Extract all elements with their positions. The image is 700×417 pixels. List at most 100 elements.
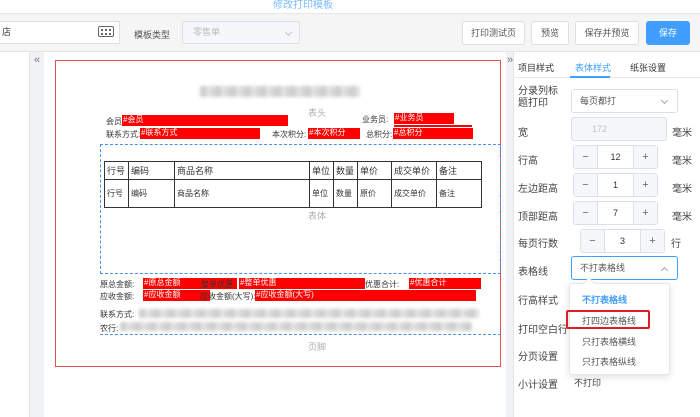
table-cell: 商品名称 bbox=[174, 179, 310, 208]
chevron-up-icon bbox=[660, 266, 669, 275]
rows-per-page-label: 每页行数 bbox=[518, 239, 558, 250]
table-cell: 单位 bbox=[309, 179, 334, 208]
table-cell: 行号 bbox=[104, 179, 129, 208]
keyboard-icon[interactable] bbox=[98, 26, 114, 37]
salesman-field[interactable]: #业务员 bbox=[394, 113, 454, 124]
toolbar: 店 模板类型 零售单 打印测试页 预览 保存并预览 保存 bbox=[0, 14, 700, 52]
plus-icon[interactable]: + bbox=[633, 174, 657, 196]
dialog-title: 修改打印模板 bbox=[273, 0, 333, 11]
table-header-cell: 单价 bbox=[357, 161, 392, 180]
template-type-value: 零售单 bbox=[193, 27, 221, 37]
preview-button[interactable]: 预览 bbox=[531, 21, 569, 45]
plus-icon[interactable]: + bbox=[633, 202, 657, 224]
tab-item-style[interactable]: 项目样式 bbox=[518, 61, 554, 74]
table-header-cell: 商品名称 bbox=[174, 161, 310, 180]
subtotal-value[interactable]: 不打印 bbox=[574, 376, 601, 389]
left-margin-label: 左边距高 bbox=[518, 184, 558, 195]
save-and-preview-button[interactable]: 保存并预览 bbox=[575, 21, 639, 45]
table-header-row: 行号 编码 商品名称 单位 数量 单价 成交单价 备注 bbox=[104, 161, 482, 180]
body-left-dashed-line bbox=[100, 144, 101, 274]
left-margin-value[interactable]: 1 bbox=[598, 174, 633, 196]
left-margin-unit: 毫米 bbox=[672, 184, 692, 195]
chevron-down-icon bbox=[284, 28, 293, 37]
chevron-down-icon bbox=[660, 96, 669, 105]
salesman-field-extension bbox=[394, 125, 472, 127]
contact-label: 联系方式: bbox=[106, 130, 141, 139]
body-bottom-dashed-line bbox=[100, 273, 501, 274]
gridline-value: 不打表格线 bbox=[580, 263, 626, 273]
minus-icon[interactable]: − bbox=[574, 174, 598, 196]
tab-body-style[interactable]: 表体样式 bbox=[575, 61, 611, 74]
footer-section-label: 页脚 bbox=[308, 342, 327, 352]
promo-total-label: 优惠合计: bbox=[365, 280, 400, 289]
tab-paper-settings[interactable]: 纸张设置 bbox=[630, 61, 666, 74]
save-button[interactable]: 保存 bbox=[646, 21, 690, 45]
receivable-upper-label: 应收金额(大写): bbox=[200, 292, 256, 301]
width-label: 宽 bbox=[518, 128, 528, 139]
member-field[interactable]: #会员 bbox=[122, 115, 288, 126]
table-cell: 编码 bbox=[128, 179, 175, 208]
top-margin-unit: 毫米 bbox=[672, 212, 692, 223]
print-area-frame bbox=[55, 60, 501, 367]
row-height-stepper[interactable]: − 12 + bbox=[573, 145, 658, 169]
table-cell: 原价 bbox=[357, 179, 392, 208]
contact-field[interactable]: #联系方式 bbox=[140, 128, 260, 139]
table-cell: 备注 bbox=[436, 179, 482, 208]
promo-total-field[interactable]: #优惠合计 bbox=[409, 278, 481, 289]
body-top-dashed-line bbox=[100, 144, 501, 145]
gridline-option-none[interactable]: 不打表格线 bbox=[570, 290, 669, 310]
top-margin-value[interactable]: 7 bbox=[598, 202, 633, 224]
table-header-cell: 备注 bbox=[436, 161, 482, 180]
bank-label: 农行: bbox=[100, 324, 119, 333]
title-print-value: 每页都打 bbox=[580, 96, 617, 106]
discount-field[interactable]: #整单优惠 bbox=[239, 278, 365, 289]
rows-per-page-value[interactable]: 3 bbox=[605, 230, 640, 252]
row-height-value[interactable]: 12 bbox=[598, 146, 633, 168]
gridline-select[interactable]: 不打表格线 bbox=[571, 256, 678, 280]
top-margin-stepper[interactable]: − 7 + bbox=[573, 201, 658, 225]
points-field[interactable]: #本次积分 bbox=[308, 128, 360, 139]
table-header-cell: 数量 bbox=[333, 161, 358, 180]
plus-icon[interactable]: + bbox=[640, 230, 664, 252]
product-table[interactable]: 行号 编码 商品名称 单位 数量 单价 成交单价 备注 行号 编码 商品名称 单… bbox=[104, 161, 482, 208]
print-test-page-button[interactable]: 打印测试页 bbox=[462, 21, 525, 45]
minus-icon[interactable]: − bbox=[581, 230, 605, 252]
width-unit: 毫米 bbox=[672, 128, 692, 139]
header-section-label: 表头 bbox=[308, 108, 327, 118]
highlight-annotation-box bbox=[566, 310, 650, 329]
left-margin-stepper[interactable]: − 1 + bbox=[573, 173, 658, 197]
top-margin-label: 顶部距高 bbox=[518, 212, 558, 223]
row-style-label: 行高样式 bbox=[518, 296, 558, 307]
total-points-label: 总积分: bbox=[366, 130, 393, 139]
table-header-cell: 成交单价 bbox=[391, 161, 437, 180]
total-points-field[interactable]: #总积分 bbox=[393, 128, 473, 139]
row-height-label: 行高 bbox=[518, 156, 538, 167]
width-input[interactable]: 172 bbox=[571, 117, 667, 141]
minus-icon[interactable]: − bbox=[574, 146, 598, 168]
table-header-cell: 单位 bbox=[309, 161, 334, 180]
collapse-left-icon[interactable]: « bbox=[34, 54, 40, 66]
gridline-dropdown: 不打表格线 打四边表格线 只打表格横线 只打表格纵线 bbox=[569, 277, 670, 375]
body-right-dashed-line bbox=[500, 144, 501, 274]
active-tab-indicator bbox=[570, 76, 610, 78]
window-top-strip: 修改打印模板 bbox=[0, 0, 700, 14]
blurred-bank-info bbox=[120, 322, 472, 331]
gridline-option-horizontal[interactable]: 只打表格横线 bbox=[570, 332, 669, 352]
subtotal-label: 小计设置 bbox=[518, 380, 558, 391]
plus-icon[interactable]: + bbox=[633, 146, 657, 168]
table-header-cell: 行号 bbox=[104, 161, 129, 180]
table-cell: 成交单价 bbox=[391, 179, 437, 208]
minus-icon[interactable]: − bbox=[574, 202, 598, 224]
gridline-option-vertical[interactable]: 只打表格纵线 bbox=[570, 352, 669, 372]
table-row: 行号 编码 商品名称 单位 数量 原价 成交单价 备注 bbox=[104, 179, 482, 208]
title-print-select[interactable]: 每页都打 bbox=[571, 89, 678, 113]
gridline-label: 表格线 bbox=[518, 267, 548, 278]
page-setting-label: 分页设置 bbox=[518, 352, 558, 363]
rows-per-page-stepper[interactable]: − 3 + bbox=[580, 229, 665, 253]
footer-dashed-line bbox=[100, 334, 501, 335]
left-panel bbox=[0, 52, 30, 417]
receivable-upper-field[interactable]: #应收金额(大写) bbox=[255, 290, 476, 301]
row-height-unit: 毫米 bbox=[672, 156, 692, 167]
template-type-select[interactable]: 零售单 bbox=[182, 21, 300, 44]
points-label: 本次积分: bbox=[272, 130, 307, 139]
